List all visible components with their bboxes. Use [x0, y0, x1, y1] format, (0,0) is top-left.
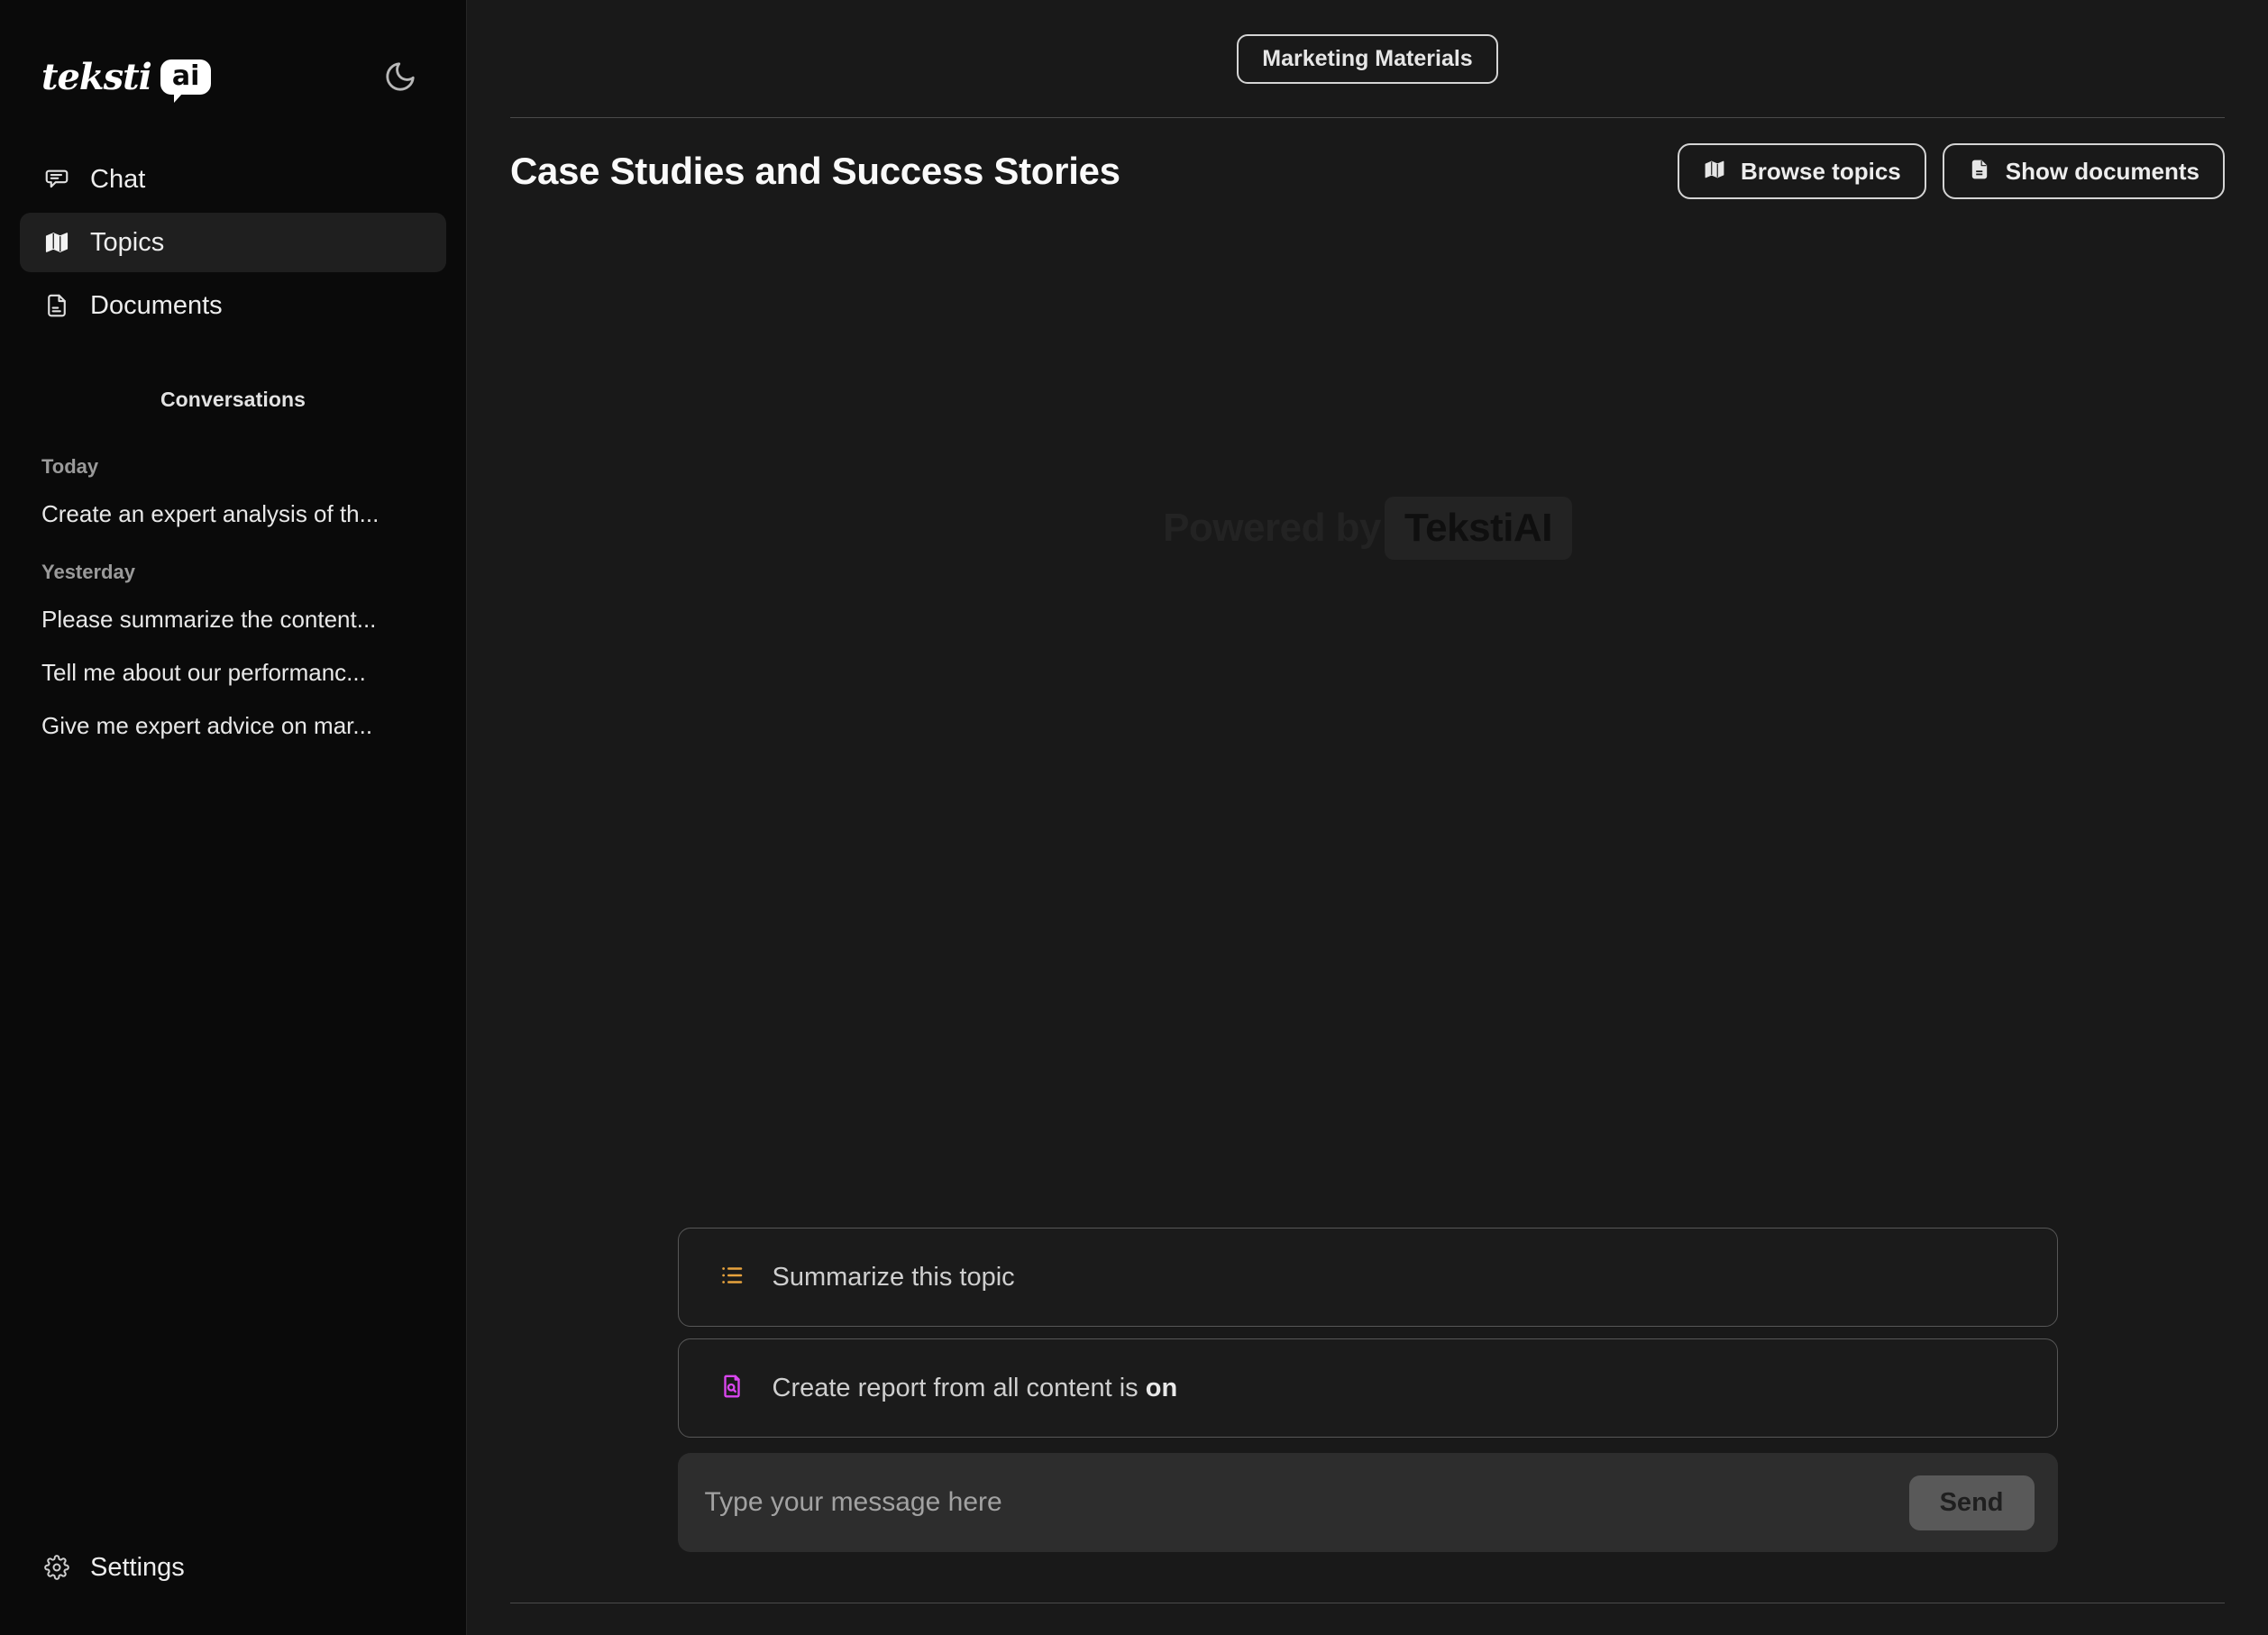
conversation-item[interactable]: Create an expert analysis of th...	[0, 488, 424, 541]
sidebar-item-documents[interactable]: Documents	[20, 276, 446, 335]
document-icon	[43, 292, 70, 319]
page-actions: Browse topics Show documents	[1678, 143, 2225, 199]
sidebar-item-label: Topics	[90, 227, 165, 257]
list-icon	[718, 1262, 745, 1293]
suggestion-label: Create report from all content is on	[773, 1374, 1178, 1403]
map-icon	[43, 229, 70, 256]
conversation-group-label: Today	[41, 455, 99, 478]
file-search-icon	[718, 1373, 745, 1404]
conversation-group-label: Yesterday	[41, 561, 135, 583]
app-logo[interactable]: teksti ai	[41, 50, 212, 103]
sidebar-header: teksti ai	[0, 0, 466, 103]
settings-label: Settings	[90, 1552, 185, 1582]
page-title: Case Studies and Success Stories	[510, 150, 1120, 192]
suggestion-label-text: Create report from all content is	[772, 1373, 1146, 1402]
sidebar-item-topics[interactable]: Topics	[20, 213, 446, 272]
conversation-item[interactable]: Please summarize the content...	[0, 593, 424, 646]
browse-topics-label: Browse topics	[1741, 158, 1901, 185]
chat-bubble-icon	[43, 166, 70, 193]
map-icon	[1703, 158, 1726, 185]
moon-icon[interactable]	[376, 52, 425, 101]
send-button[interactable]: Send	[1908, 1475, 2035, 1530]
suggestion-summarize-topic[interactable]: Summarize this topic	[677, 1228, 2058, 1327]
sidebar-footer: Settings	[0, 1539, 466, 1635]
conversations-heading: Conversations	[160, 388, 306, 411]
sidebar-nav: Chat Topics Documents	[0, 150, 466, 335]
conversations-list: Today Create an expert analysis of th...…	[0, 435, 466, 753]
suggestion-label-state: on	[1145, 1373, 1178, 1402]
conversation-item[interactable]: Give me expert advice on mar...	[0, 699, 424, 753]
conversation-item[interactable]: Tell me about our performanc...	[0, 646, 424, 699]
document-icon	[1968, 158, 1991, 185]
suggestion-label: Summarize this topic	[772, 1262, 1015, 1292]
sidebar-item-settings[interactable]: Settings	[20, 1539, 446, 1595]
sidebar: teksti ai Chat Topics Documents Conversa…	[0, 0, 467, 1635]
breadcrumb-chip[interactable]: Marketing Materials	[1237, 33, 1498, 84]
browse-topics-button[interactable]: Browse topics	[1678, 143, 1926, 199]
powered-by-watermark: Powered by TekstiAI	[1163, 497, 1572, 560]
sidebar-item-chat[interactable]: Chat	[20, 150, 446, 209]
show-documents-label: Show documents	[2005, 158, 2199, 185]
app-root: teksti ai Chat Topics Documents Conversa…	[0, 0, 2268, 1635]
message-input[interactable]	[704, 1487, 1909, 1518]
sidebar-item-label: Chat	[90, 164, 146, 194]
page-header: Case Studies and Success Stories Browse …	[467, 118, 2268, 199]
composer: Summarize this topic Create report from …	[467, 1228, 2268, 1552]
watermark-brand: TekstiAI	[1385, 497, 1572, 560]
show-documents-button[interactable]: Show documents	[1942, 143, 2225, 199]
sidebar-item-label: Documents	[90, 290, 223, 320]
watermark-prefix: Powered by	[1163, 506, 1382, 550]
topbar: Marketing Materials	[510, 0, 2225, 118]
suggestion-create-report[interactable]: Create report from all content is on	[677, 1338, 2058, 1438]
main-content: Marketing Materials Case Studies and Suc…	[467, 0, 2268, 1635]
message-input-row: Send	[677, 1453, 2058, 1552]
logo-wordmark: teksti	[41, 55, 152, 98]
gear-icon	[43, 1554, 70, 1581]
logo-ai-badge: ai	[160, 59, 212, 103]
